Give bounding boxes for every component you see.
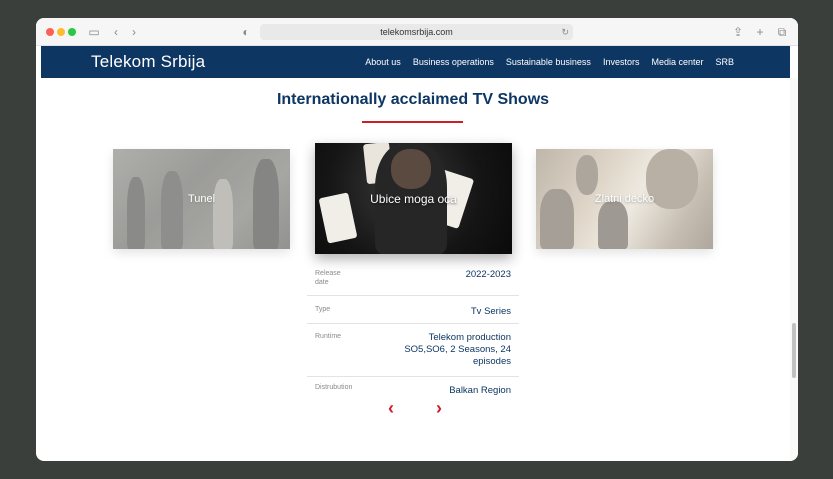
reload-icon[interactable]: ↻: [561, 24, 569, 40]
show-title: Tunel: [187, 193, 216, 205]
nav-language-srb[interactable]: SRB: [715, 57, 734, 67]
address-bar[interactable]: telekomsrbija.com ↻: [260, 24, 573, 40]
title-underline: [362, 121, 463, 123]
detail-value: Balkan Region: [449, 385, 511, 396]
detail-label: Type: [315, 306, 331, 313]
detail-row-distribution: Distrubution Balkan Region: [307, 377, 519, 399]
show-card-ubice-moga-oca[interactable]: Ubice moga oca: [315, 143, 512, 254]
new-tab-icon[interactable]: +: [752, 24, 768, 40]
show-details: Release date 2022-2023 Type Tv Series Ru…: [307, 264, 519, 399]
browser-toolbar: ▭ ‹ › ◐ telekomsrbija.com ↻ ⇪ + ⧉: [36, 18, 798, 46]
page-scrollbar[interactable]: [790, 78, 798, 461]
nav-media-center[interactable]: Media center: [651, 57, 703, 67]
privacy-shield-icon[interactable]: ◐: [238, 24, 254, 40]
chevron-left-icon[interactable]: ‹: [384, 399, 398, 417]
show-title: Zlatni dečko: [594, 193, 655, 205]
show-card-zlatni-decko[interactable]: Zlatni dečko: [536, 149, 713, 249]
detail-row-type: Type Tv Series: [307, 296, 519, 324]
section-title: Internationally acclaimed TV Shows: [276, 91, 550, 108]
detail-row-runtime: Runtime Telekom production SO5,SO6, 2 Se…: [307, 324, 519, 377]
back-icon[interactable]: ‹: [108, 24, 124, 40]
chevron-right-icon[interactable]: ›: [432, 399, 446, 417]
minimize-window-button[interactable]: [57, 28, 65, 36]
show-title: Ubice moga oca: [370, 191, 457, 206]
nav-about-us[interactable]: About us: [365, 57, 401, 67]
share-icon[interactable]: ⇪: [730, 24, 746, 40]
scrollbar-thumb[interactable]: [792, 323, 796, 378]
detail-value: 2022-2023: [465, 269, 511, 280]
detail-label: Release date: [315, 270, 341, 286]
nav-investors[interactable]: Investors: [603, 57, 640, 67]
detail-label: Runtime: [315, 333, 342, 340]
detail-value: Tv Series: [470, 306, 511, 317]
site-logo[interactable]: Telekom Srbija: [91, 52, 205, 72]
close-window-button[interactable]: [46, 28, 54, 36]
sidebar-icon[interactable]: ▭: [86, 24, 102, 40]
forward-icon[interactable]: ›: [126, 24, 142, 40]
show-card-tunel[interactable]: Tunel: [113, 149, 290, 249]
detail-row-release-date: Release date 2022-2023: [307, 264, 519, 296]
detail-value: Telekom production SO5,SO6, 2 Seasons, 2…: [404, 332, 511, 367]
zoom-window-button[interactable]: [68, 28, 76, 36]
site-header: Telekom Srbija About us Business operati…: [41, 46, 790, 78]
main-navigation: About us Business operations Sustainable…: [353, 46, 734, 78]
address-bar-url: telekomsrbija.com: [380, 27, 453, 37]
nav-sustainable-business[interactable]: Sustainable business: [506, 57, 591, 67]
browser-window: ▭ ‹ › ◐ telekomsrbija.com ↻ ⇪ + ⧉ Teleko…: [36, 18, 798, 461]
detail-label: Distrubution: [315, 384, 353, 391]
nav-business-operations[interactable]: Business operations: [413, 57, 494, 67]
tab-overview-icon[interactable]: ⧉: [774, 24, 790, 40]
